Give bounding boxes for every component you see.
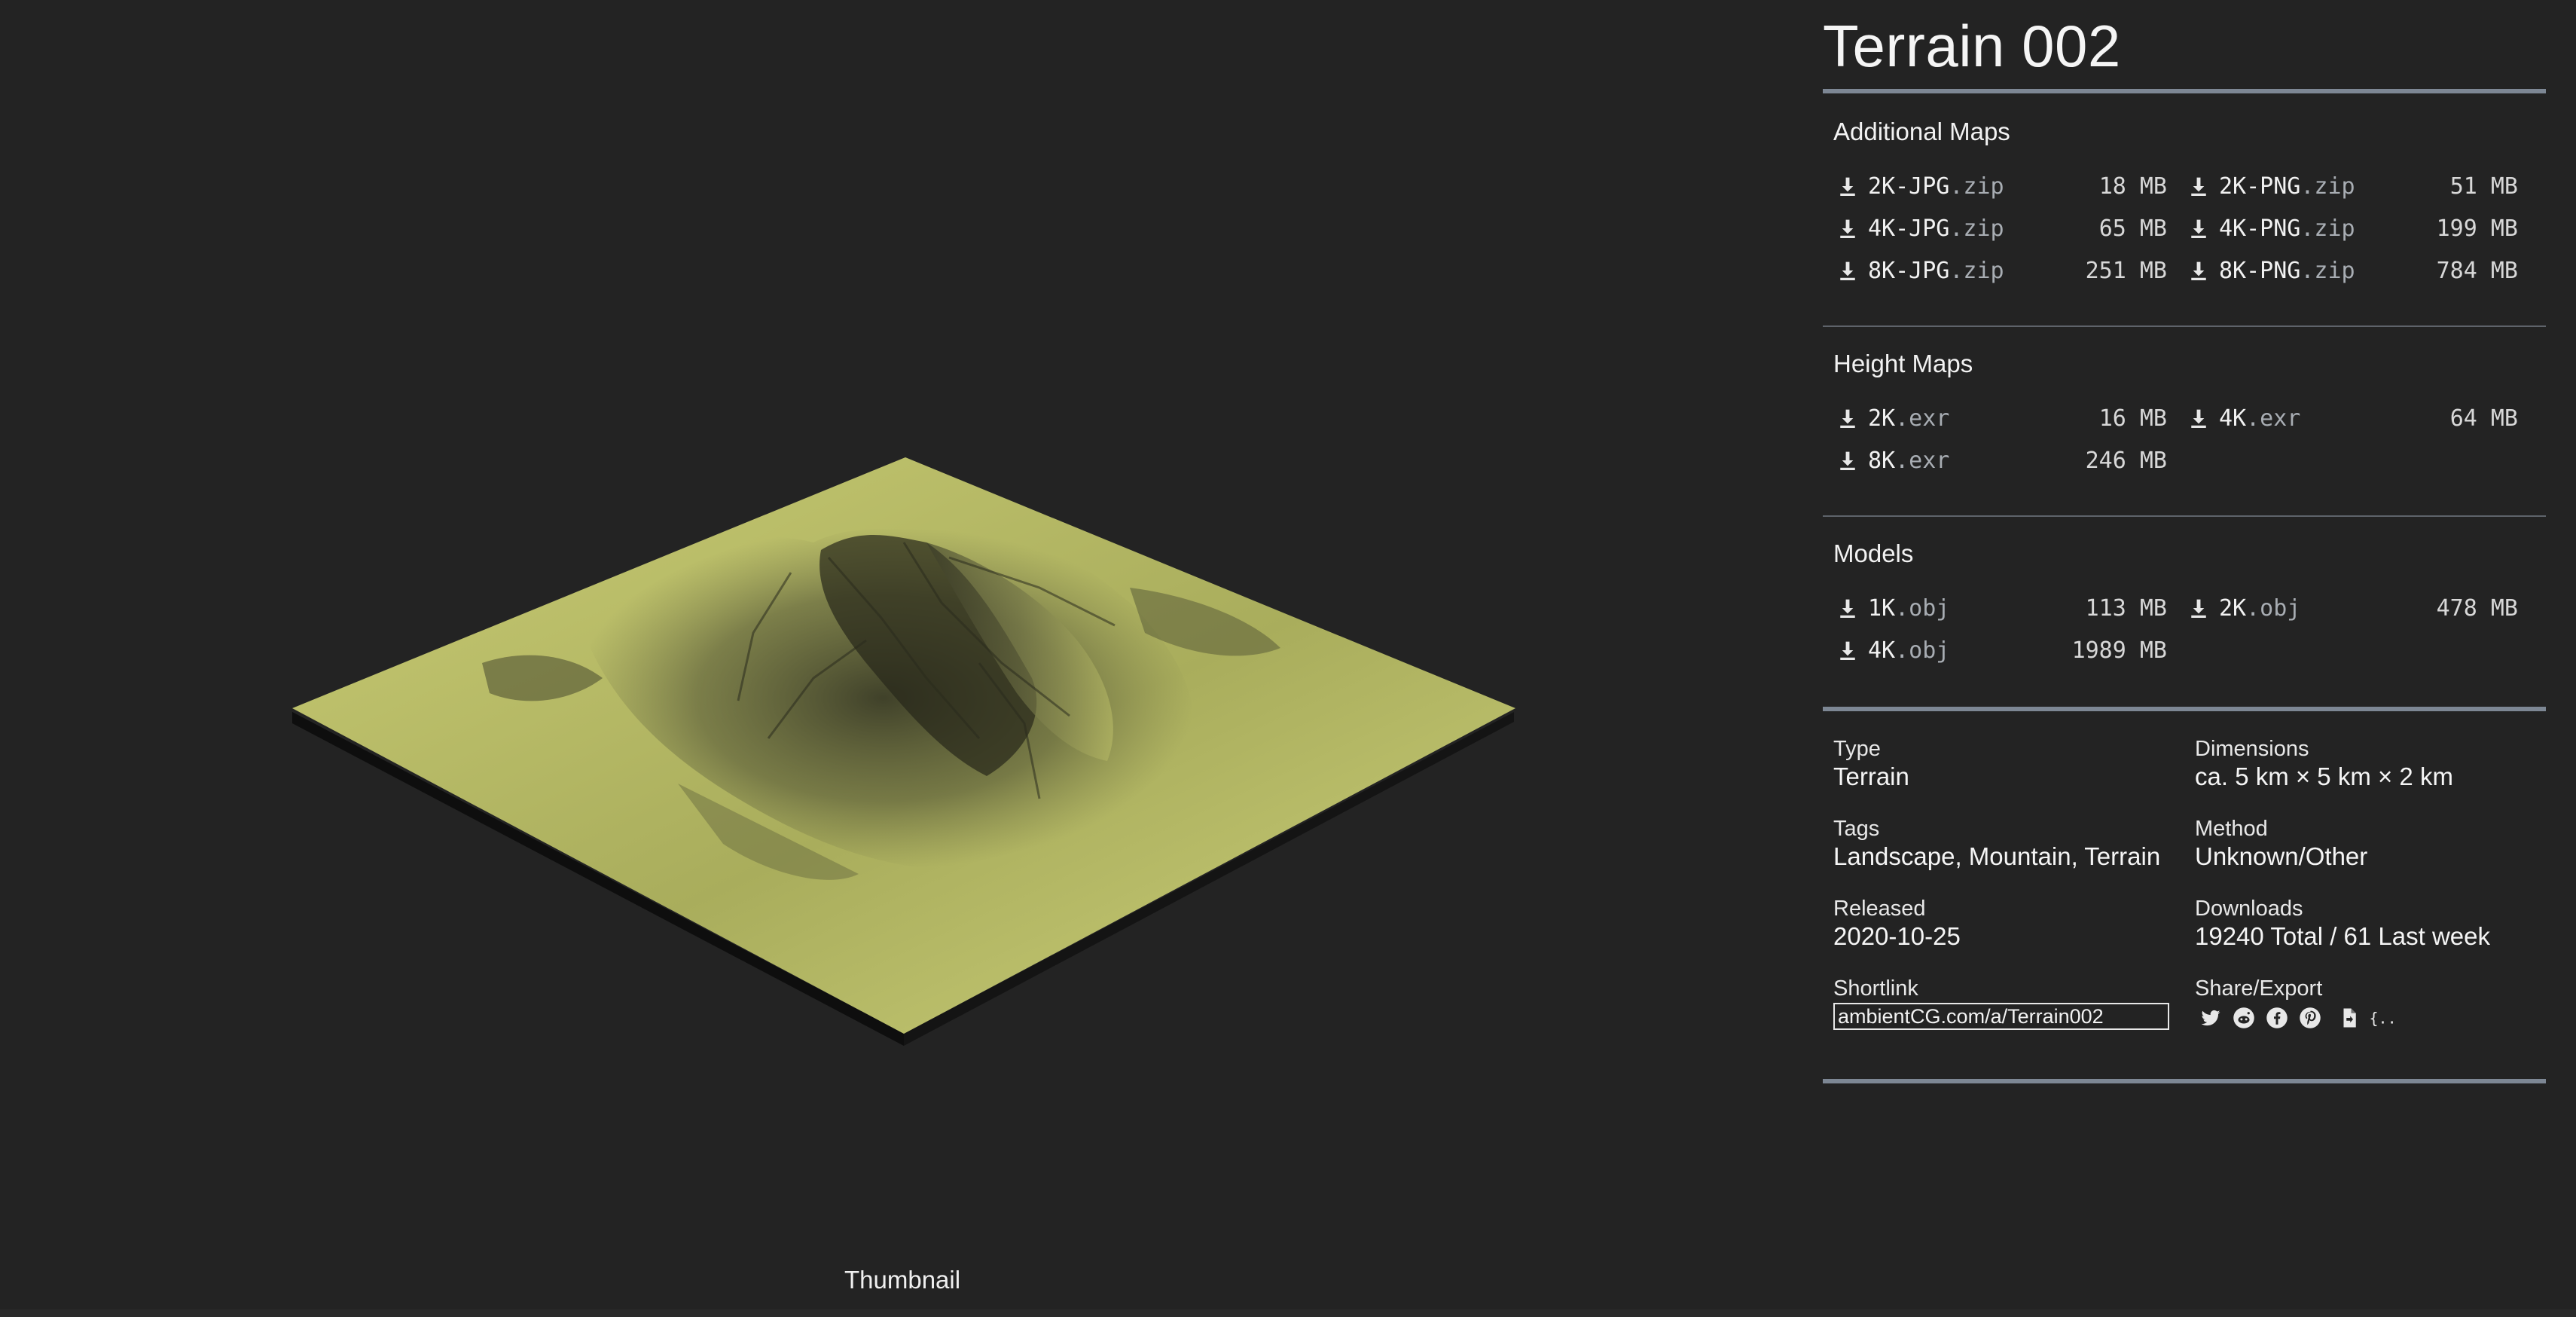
download-icon — [2191, 219, 2206, 238]
download-size: 199 MB — [2436, 215, 2518, 242]
download-name: 2K — [1868, 405, 1896, 432]
download-name: 4K-JPG — [1868, 215, 1950, 242]
download-size: 51 MB — [2449, 173, 2518, 200]
download-height-maps-8k-link[interactable]: 8K .exr 246 MB — [1838, 442, 2173, 479]
section-title-height-maps: Height Maps — [1833, 350, 1973, 377]
download-additional-maps-4k-png-link[interactable]: 4K-PNG .zip 199 MB — [2189, 209, 2524, 247]
models-divider — [1823, 707, 2546, 711]
json-icon[interactable]: {..} — [2368, 1007, 2397, 1029]
download-icon — [1840, 219, 1855, 238]
download-icon — [1840, 177, 1855, 196]
download-additional-maps-4k-jpg-link[interactable]: 4K-JPG .zip 65 MB — [1838, 209, 2173, 247]
section-title-models: Models — [1833, 539, 1914, 567]
file-export-icon[interactable] — [2338, 1007, 2361, 1029]
download-name: 4K-PNG — [2219, 215, 2301, 242]
download-name: 2K-JPG — [1868, 173, 1950, 200]
download-size: 18 MB — [2098, 173, 2167, 200]
download-name: 1K — [1868, 594, 1896, 622]
download-name: 2K — [2219, 594, 2247, 622]
download-name: 8K — [1868, 447, 1896, 474]
download-extension: .zip — [2300, 257, 2355, 284]
download-icon — [1840, 599, 1855, 618]
download-name: 4K — [2219, 405, 2247, 432]
download-icon — [1840, 641, 1855, 660]
downloads-label: Downloads — [2195, 897, 2303, 921]
download-size: 478 MB — [2436, 594, 2518, 622]
download-models-1k-link[interactable]: 1K .obj 113 MB — [1838, 589, 2173, 627]
download-icon — [2191, 261, 2206, 280]
download-name: 2K-PNG — [2219, 173, 2301, 200]
terrain-viewer[interactable]: Thumbnail — [0, 0, 1808, 1317]
terrain-thumbnail — [292, 457, 1515, 1046]
type-value: Terrain — [1833, 762, 1909, 790]
download-size: 784 MB — [2436, 257, 2518, 284]
type-label: Type — [1833, 737, 1881, 761]
method-value: Unknown/Other — [2195, 842, 2368, 870]
shortlink-input[interactable] — [1833, 1003, 2169, 1030]
shortlink-label: Shortlink — [1833, 976, 1918, 1001]
download-size: 113 MB — [2085, 594, 2167, 622]
download-icon — [1840, 409, 1855, 428]
method-label: Method — [2195, 817, 2268, 841]
download-extension: .exr — [2246, 405, 2301, 432]
download-extension: .zip — [2300, 173, 2355, 200]
section-divider — [1823, 325, 2546, 327]
reddit-icon[interactable] — [2233, 1007, 2255, 1029]
meta-divider — [1823, 1079, 2546, 1083]
title-divider — [1823, 89, 2546, 93]
download-extension: .zip — [2300, 215, 2355, 242]
page-title: Terrain 002 — [1823, 13, 2121, 79]
tags-value[interactable]: Landscape, Mountain, Terrain — [1833, 842, 2160, 871]
download-icon — [2191, 599, 2206, 618]
download-size: 251 MB — [2085, 257, 2167, 284]
download-name: 8K-JPG — [1868, 257, 1950, 284]
download-name: 8K-PNG — [2219, 257, 2301, 284]
download-size: 64 MB — [2449, 405, 2518, 432]
download-size: 16 MB — [2098, 405, 2167, 432]
facebook-icon[interactable] — [2266, 1007, 2288, 1029]
download-size: 1989 MB — [2071, 637, 2167, 664]
downloads-value: 19240 Total / 61 Last week — [2195, 922, 2491, 950]
asset-details-panel: Terrain 002 Additional Maps Height Maps … — [1823, 0, 2546, 1317]
share-export-label: Share/Export — [2195, 976, 2323, 1001]
download-height-maps-4k-link[interactable]: 4K .exr 64 MB — [2189, 399, 2524, 437]
download-extension: .zip — [1949, 257, 2004, 284]
download-extension: .exr — [1895, 447, 1950, 474]
tags-label: Tags — [1833, 817, 1880, 841]
section-divider — [1823, 515, 2546, 517]
download-extension: .zip — [1949, 215, 2004, 242]
released-value: 2020-10-25 — [1833, 922, 1961, 950]
released-label: Released — [1833, 897, 1926, 921]
download-additional-maps-8k-png-link[interactable]: 8K-PNG .zip 784 MB — [2189, 252, 2524, 289]
download-size: 246 MB — [2085, 447, 2167, 474]
download-extension: .obj — [1895, 637, 1950, 664]
svg-text:{..}: {..} — [2370, 1010, 2397, 1028]
download-name: 4K — [1868, 637, 1896, 664]
download-icon — [2191, 177, 2206, 196]
pinterest-icon[interactable] — [2299, 1007, 2321, 1029]
download-extension: .zip — [1949, 173, 2004, 200]
twitter-icon[interactable] — [2199, 1007, 2222, 1029]
download-additional-maps-8k-jpg-link[interactable]: 8K-JPG .zip 251 MB — [1838, 252, 2173, 289]
section-title-additional-maps: Additional Maps — [1833, 118, 2010, 145]
download-extension: .obj — [1895, 594, 1950, 622]
dimensions-label: Dimensions — [2195, 737, 2309, 761]
download-size: 65 MB — [2098, 215, 2167, 242]
download-height-maps-2k-link[interactable]: 2K .exr 16 MB — [1838, 399, 2173, 437]
download-models-2k-link[interactable]: 2K .obj 478 MB — [2189, 589, 2524, 627]
bottom-scrollbar[interactable] — [0, 1309, 2576, 1317]
thumbnail-caption: Thumbnail — [844, 1266, 961, 1294]
download-models-4k-link[interactable]: 4K .obj 1989 MB — [1838, 631, 2173, 669]
download-additional-maps-2k-jpg-link[interactable]: 2K-JPG .zip 18 MB — [1838, 167, 2173, 205]
download-icon — [1840, 451, 1855, 470]
download-icon — [1840, 261, 1855, 280]
download-extension: .obj — [2246, 594, 2301, 622]
download-additional-maps-2k-png-link[interactable]: 2K-PNG .zip 51 MB — [2189, 167, 2524, 205]
dimensions-value: ca. 5 km × 5 km × 2 km — [2195, 762, 2453, 790]
download-extension: .exr — [1895, 405, 1950, 432]
download-icon — [2191, 409, 2206, 428]
